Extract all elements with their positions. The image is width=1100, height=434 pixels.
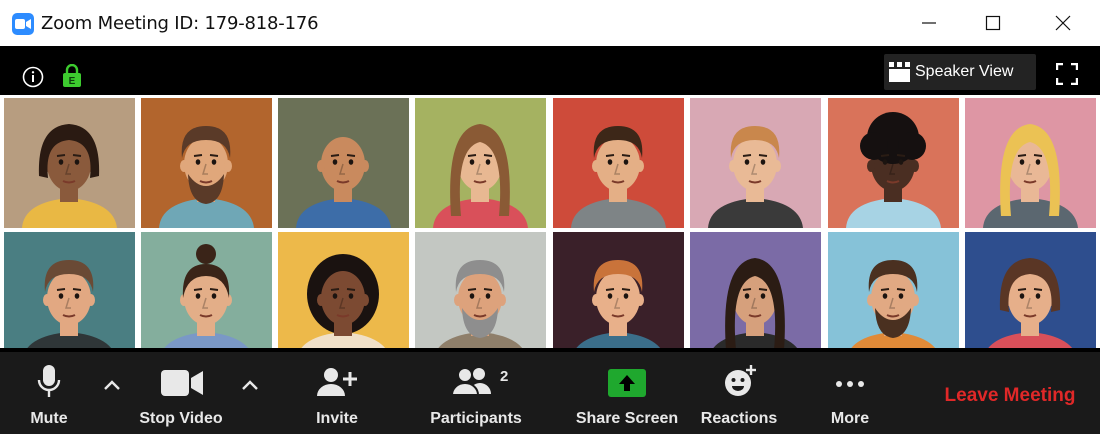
mute-button[interactable]: Mute — [18, 352, 80, 434]
minimize-icon — [922, 22, 936, 24]
fullscreen-icon[interactable] — [1056, 63, 1078, 85]
participant-video-tile[interactable] — [4, 232, 135, 362]
participant-video-tile[interactable] — [690, 232, 821, 362]
participant-video-tile[interactable] — [965, 98, 1096, 228]
participants-button[interactable]: 2 Participants — [426, 352, 526, 434]
encryption-lock-icon[interactable]: E — [62, 64, 82, 88]
window-title: Zoom Meeting ID: 179-818-176 — [41, 13, 319, 34]
participant-avatar — [553, 232, 684, 362]
participant-avatar — [278, 232, 409, 362]
invite-button[interactable]: Invite — [305, 352, 369, 434]
participant-video-tile[interactable] — [553, 98, 684, 228]
participant-avatar — [141, 232, 272, 362]
meeting-header: E Speaker View — [0, 46, 1100, 95]
video-options-chevron-up-icon[interactable] — [240, 378, 260, 392]
stop-video-label: Stop Video — [139, 410, 223, 427]
participant-video-tile[interactable] — [4, 98, 135, 228]
zoom-app-icon — [12, 13, 34, 35]
participant-avatar — [415, 98, 546, 228]
close-icon — [1055, 15, 1071, 31]
share-screen-button[interactable]: Share Screen — [570, 352, 684, 434]
participant-avatar — [828, 232, 959, 362]
participants-label: Participants — [430, 410, 522, 427]
participant-avatar — [278, 98, 409, 228]
participant-avatar — [553, 98, 684, 228]
participant-avatar — [4, 98, 135, 228]
participant-avatar — [965, 98, 1096, 228]
participant-video-tile[interactable] — [690, 98, 821, 228]
leave-meeting-button[interactable]: Leave Meeting — [930, 385, 1090, 407]
participant-video-tile[interactable] — [278, 98, 409, 228]
participant-avatar — [415, 232, 546, 362]
participants-count-badge: 2 — [500, 368, 509, 385]
maximize-icon — [985, 15, 1001, 31]
maximize-button[interactable] — [971, 8, 1015, 38]
participant-video-tile[interactable] — [141, 232, 272, 362]
encryption-badge: E — [69, 76, 76, 87]
audio-options-chevron-up-icon[interactable] — [102, 378, 122, 392]
participant-avatar — [141, 98, 272, 228]
participant-avatar — [965, 232, 1096, 362]
meeting-toolbar: Mute Stop Video Invite 2 Participants Sh… — [0, 352, 1100, 434]
add-user-icon — [317, 368, 357, 396]
speaker-view-label: Speaker View — [915, 63, 1014, 80]
gallery-grid — [0, 95, 1100, 362]
participant-video-tile[interactable] — [965, 232, 1096, 362]
share-screen-icon — [608, 369, 646, 397]
participant-video-tile[interactable] — [415, 232, 546, 362]
reactions-label: Reactions — [700, 410, 778, 427]
participant-video-tile[interactable] — [553, 232, 684, 362]
more-button[interactable]: More — [820, 352, 880, 434]
participant-avatar — [690, 98, 821, 228]
share-screen-label: Share Screen — [575, 410, 679, 427]
video-camera-icon — [161, 370, 203, 396]
invite-label: Invite — [316, 410, 358, 427]
microphone-icon — [37, 365, 61, 397]
participant-video-tile[interactable] — [415, 98, 546, 228]
participant-video-tile[interactable] — [828, 232, 959, 362]
participant-avatar — [828, 98, 959, 228]
participant-avatar — [690, 232, 821, 362]
participant-avatar — [4, 232, 135, 362]
close-button[interactable] — [1041, 8, 1085, 38]
speaker-view-icon — [889, 62, 910, 82]
minimize-button[interactable] — [907, 8, 951, 38]
participant-video-tile[interactable] — [278, 232, 409, 362]
stop-video-button[interactable]: Stop Video — [128, 352, 234, 434]
participant-video-tile[interactable] — [828, 98, 959, 228]
title-bar: Zoom Meeting ID: 179-818-176 — [0, 0, 1100, 46]
reactions-button[interactable]: Reactions — [697, 352, 781, 434]
reaction-smiley-icon — [725, 365, 756, 396]
participant-video-tile[interactable] — [141, 98, 272, 228]
more-dots-icon — [836, 381, 864, 387]
more-label: More — [830, 410, 870, 427]
info-icon[interactable] — [22, 66, 44, 88]
speaker-view-button[interactable]: Speaker View — [884, 54, 1036, 90]
participants-icon — [452, 367, 491, 396]
mute-label: Mute — [30, 410, 68, 427]
